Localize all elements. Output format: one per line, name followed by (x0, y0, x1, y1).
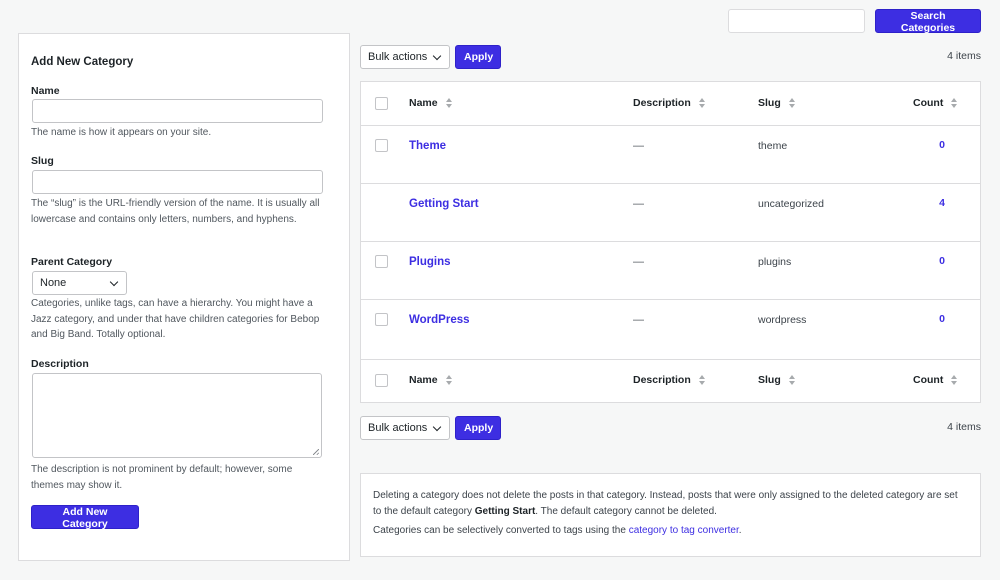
sort-icon (788, 98, 795, 108)
category-deletion-note: Deleting a category does not delete the … (360, 473, 981, 557)
category-count-link[interactable]: 0 (936, 139, 948, 151)
select-all-checkbox[interactable] (375, 97, 388, 110)
category-description: — (633, 140, 644, 152)
parent-category-value: None (40, 277, 67, 289)
sort-icon (951, 375, 958, 385)
apply-button-top[interactable]: Apply (455, 45, 501, 69)
add-new-category-panel: Add New Category Name The name is how it… (18, 33, 350, 561)
table-row: Theme — theme 0 (361, 126, 980, 184)
column-footer-name[interactable]: Name (409, 374, 452, 386)
note-paragraph-default-category: Deleting a category does not delete the … (373, 490, 958, 517)
description-help-text: The description is not prominent by defa… (31, 464, 293, 491)
category-slug: wordpress (758, 314, 807, 326)
sort-icon (445, 98, 452, 108)
items-count-top: 4 items (947, 50, 981, 62)
column-header-description[interactable]: Description (633, 97, 705, 109)
sort-icon (788, 375, 795, 385)
resize-handle-icon[interactable] (313, 449, 319, 455)
bulk-actions-select-bottom[interactable]: Bulk actions (360, 416, 450, 440)
category-count-link[interactable]: 0 (936, 313, 948, 325)
sort-icon (698, 98, 705, 108)
select-all-checkbox-footer[interactable] (375, 374, 388, 387)
row-checkbox[interactable] (375, 313, 388, 326)
search-categories-button[interactable]: Search Categories (875, 9, 981, 34)
table-footer-row: Name Description Slug Count (361, 359, 980, 402)
name-input[interactable] (32, 99, 323, 123)
sort-icon (445, 375, 452, 385)
category-name-link[interactable]: Theme (409, 140, 446, 152)
slug-help-text: The “slug” is the URL-friendly version o… (31, 198, 320, 225)
table-header-row: Name Description Slug Count (361, 82, 980, 126)
parent-category-help-text: Categories, unlike tags, can have a hier… (31, 298, 320, 341)
category-slug: theme (758, 140, 788, 152)
slug-input[interactable] (32, 170, 323, 194)
category-slug: plugins (758, 256, 792, 268)
table-row: Plugins — plugins 0 (361, 242, 980, 300)
category-slug: uncategorized (758, 198, 824, 210)
column-header-slug[interactable]: Slug (758, 97, 795, 109)
column-header-name[interactable]: Name (409, 97, 452, 109)
description-label: Description (31, 358, 89, 370)
sort-icon (951, 98, 958, 108)
bulk-actions-label: Bulk actions (368, 422, 428, 434)
category-description: — (633, 314, 644, 326)
category-description: — (633, 256, 644, 268)
category-name-link[interactable]: WordPress (409, 314, 470, 326)
description-textarea[interactable] (32, 373, 322, 458)
parent-category-label: Parent Category (31, 256, 113, 268)
name-label: Name (31, 85, 60, 97)
row-checkbox[interactable] (375, 139, 388, 152)
category-count-link[interactable]: 0 (936, 255, 948, 267)
bulk-actions-select-top[interactable]: Bulk actions (360, 45, 450, 69)
column-footer-slug[interactable]: Slug (758, 374, 795, 386)
search-categories-input[interactable] (728, 9, 865, 33)
sort-icon (698, 375, 705, 385)
apply-button-bottom[interactable]: Apply (455, 416, 501, 440)
category-count-link[interactable]: 4 (936, 197, 948, 209)
column-header-count[interactable]: Count (913, 97, 958, 109)
name-help-text: The name is how it appears on your site. (31, 127, 212, 138)
add-category-title: Add New Category (31, 56, 134, 68)
column-footer-count[interactable]: Count (913, 374, 958, 386)
table-row: WordPress — wordpress 0 (361, 300, 980, 359)
chevron-down-icon (109, 277, 119, 287)
category-name-link[interactable]: Getting Start (409, 198, 479, 210)
items-count-bottom: 4 items (947, 421, 981, 433)
add-new-category-button[interactable]: Add New Category (31, 505, 139, 530)
note-paragraph-converter: Categories can be selectively converted … (373, 525, 742, 536)
default-category-name: Getting Start (474, 506, 536, 517)
categories-table: Name Description Slug Count Theme — them… (360, 81, 981, 403)
slug-label: Slug (31, 155, 54, 167)
category-description: — (633, 198, 644, 210)
category-name-link[interactable]: Plugins (409, 256, 451, 268)
bulk-actions-label: Bulk actions (368, 51, 428, 63)
table-row: Getting Start — uncategorized 4 (361, 184, 980, 242)
row-checkbox[interactable] (375, 255, 388, 268)
chevron-down-icon (432, 51, 442, 61)
chevron-down-icon (432, 422, 442, 432)
category-to-tag-converter-link[interactable]: category to tag converter (629, 525, 739, 536)
parent-category-select[interactable]: None (32, 271, 127, 295)
column-footer-description[interactable]: Description (633, 374, 705, 386)
